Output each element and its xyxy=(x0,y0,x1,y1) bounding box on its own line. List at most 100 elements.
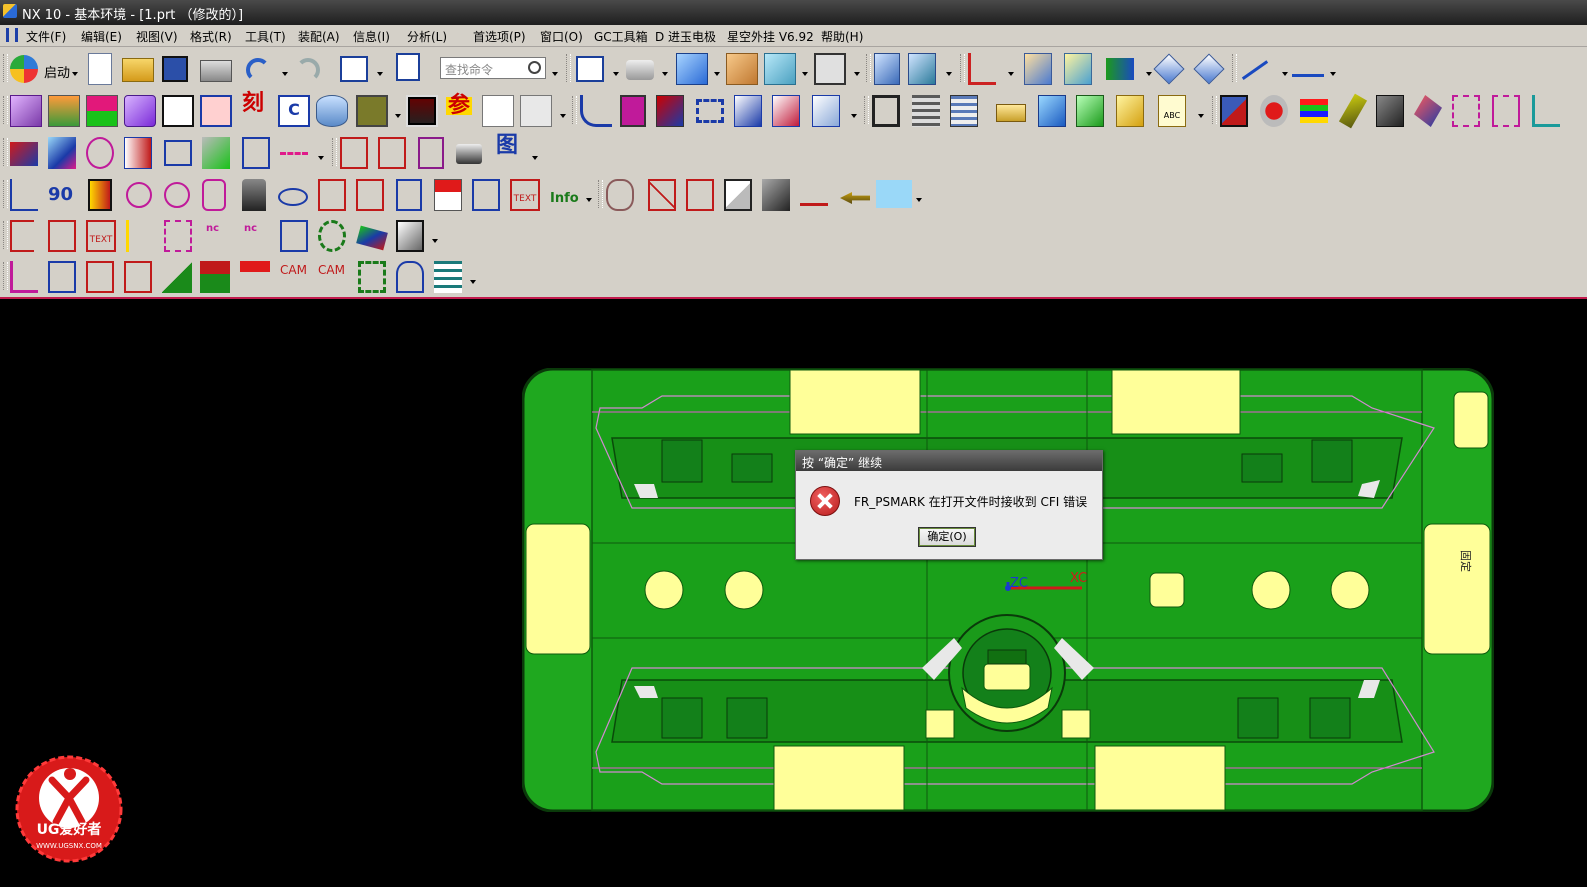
surface-icon[interactable] xyxy=(620,95,646,127)
drill-icon[interactable] xyxy=(124,137,152,169)
measure-icon[interactable] xyxy=(1024,53,1052,85)
toolbar-grip[interactable] xyxy=(864,96,869,124)
cube-wire-icon[interactable] xyxy=(724,179,752,211)
axis-icon[interactable] xyxy=(1532,95,1560,127)
hammer-blue-icon[interactable] xyxy=(1038,95,1066,127)
ok-button[interactable]: 确定(O) xyxy=(918,527,976,547)
rotate-90-icon[interactable]: 90 xyxy=(48,186,73,204)
edit-sketch-icon[interactable] xyxy=(396,179,422,211)
origin-icon[interactable] xyxy=(10,179,38,211)
eye-icon[interactable] xyxy=(278,188,308,206)
menu-view[interactable]: 视图(V) xyxy=(136,28,178,45)
search-dropdown-arrow[interactable] xyxy=(552,72,558,76)
split-body-icon[interactable] xyxy=(734,95,762,127)
csys-icon[interactable] xyxy=(968,53,996,85)
line-dropdown-arrow[interactable] xyxy=(318,156,324,160)
param-text-icon[interactable]: 参 xyxy=(446,95,473,117)
drawing-dropdown-arrow[interactable] xyxy=(532,156,538,160)
fit-all-dropdown-arrow[interactable] xyxy=(613,72,619,76)
dimension-dropdown-arrow[interactable] xyxy=(1282,72,1288,76)
align-icon[interactable] xyxy=(1153,53,1185,85)
view-expand-icon[interactable] xyxy=(418,137,444,169)
menu-preferences[interactable]: 首选项(P) xyxy=(473,28,526,45)
view-add-icon[interactable] xyxy=(378,137,406,169)
menu-format[interactable]: 格式(R) xyxy=(190,28,232,45)
mold-plate-model[interactable]: ZC XC 固定 xyxy=(522,368,1494,812)
undo-icon[interactable] xyxy=(246,58,270,82)
copy-c-icon[interactable]: C xyxy=(278,95,310,127)
cylinder-hole-icon[interactable] xyxy=(202,179,226,211)
extrude-icon[interactable] xyxy=(48,95,80,127)
shaded-view-icon[interactable] xyxy=(676,53,708,85)
toolbar-grip[interactable] xyxy=(866,54,871,82)
boss-icon[interactable] xyxy=(124,95,156,127)
frame-icon[interactable] xyxy=(1492,95,1520,127)
wireframe-sphere-icon[interactable] xyxy=(86,137,114,169)
redo-icon[interactable] xyxy=(296,58,320,82)
command-search-input[interactable]: 查找命令 xyxy=(440,57,546,79)
shell-icon[interactable] xyxy=(606,179,634,211)
ruler-dropdown-arrow[interactable] xyxy=(1330,72,1336,76)
no-select-icon[interactable] xyxy=(648,179,676,211)
undo-dropdown-arrow[interactable] xyxy=(282,72,288,76)
analysis-icon[interactable] xyxy=(1064,53,1092,85)
waveform-icon[interactable] xyxy=(162,95,194,127)
menu-window[interactable]: 窗口(O) xyxy=(540,28,583,45)
pad-icon[interactable] xyxy=(86,95,118,127)
dimension-icon[interactable] xyxy=(1241,60,1273,86)
sheet-icon[interactable] xyxy=(164,140,192,166)
dashed-line-icon[interactable] xyxy=(280,152,308,156)
circle-hole-icon[interactable] xyxy=(164,182,190,208)
section-view-icon[interactable] xyxy=(764,53,796,85)
green-face-icon[interactable] xyxy=(202,137,230,169)
tag-icon[interactable] xyxy=(996,104,1026,122)
printer-icon[interactable] xyxy=(456,144,482,164)
hourglass-icon[interactable] xyxy=(396,261,424,293)
crosshair-icon[interactable] xyxy=(200,95,232,127)
block-icon[interactable] xyxy=(10,95,42,127)
toolbar-grip[interactable] xyxy=(3,262,8,290)
menu-assembly[interactable]: 装配(A) xyxy=(298,28,340,45)
layer-list-icon[interactable] xyxy=(950,95,978,127)
table-icon[interactable] xyxy=(434,261,462,293)
toolbar-grip[interactable] xyxy=(332,138,337,166)
color-swatch-icon[interactable] xyxy=(356,95,388,127)
reposition-icon[interactable] xyxy=(1193,53,1225,85)
new-file-icon[interactable] xyxy=(88,53,112,85)
face-color-icon[interactable] xyxy=(48,137,76,169)
trim-body-icon[interactable] xyxy=(772,95,800,127)
start-dropdown-arrow[interactable] xyxy=(72,72,78,76)
cam-1-icon[interactable]: CAM xyxy=(280,263,307,277)
blank-dropdown-arrow[interactable] xyxy=(560,114,566,118)
triangle-green-icon[interactable] xyxy=(162,261,192,293)
toolbar-grip[interactable] xyxy=(3,96,8,124)
spindle-icon[interactable] xyxy=(240,261,270,293)
arrow-left-icon[interactable] xyxy=(840,192,870,204)
record-icon[interactable] xyxy=(1260,95,1288,127)
info-icon[interactable]: Info xyxy=(550,192,579,206)
pan-dropdown-arrow[interactable] xyxy=(662,72,668,76)
circle-pair-icon[interactable] xyxy=(126,182,152,208)
cam-2-icon[interactable]: CAM xyxy=(318,263,345,277)
mirror-dropdown-arrow[interactable] xyxy=(1146,72,1152,76)
table-dropdown-arrow[interactable] xyxy=(470,280,476,284)
offset-dropdown-arrow[interactable] xyxy=(851,114,857,118)
solid-cube-icon[interactable] xyxy=(1376,95,1404,127)
save-icon[interactable] xyxy=(162,56,188,82)
pencil-icon[interactable] xyxy=(1338,93,1368,129)
curve-icon[interactable] xyxy=(580,95,612,127)
cube-dark-icon[interactable] xyxy=(762,179,790,211)
cube-yellow-icon[interactable] xyxy=(1116,95,1144,127)
toolbar-grip[interactable] xyxy=(3,221,8,249)
arrow-dropdown-arrow[interactable] xyxy=(916,198,922,202)
tool-rack-icon[interactable] xyxy=(318,179,346,211)
brush-icon[interactable] xyxy=(242,179,266,211)
electrode-icon[interactable] xyxy=(1220,95,1248,127)
insert-icon[interactable] xyxy=(434,179,462,211)
layer-icon[interactable] xyxy=(912,95,940,127)
menu-help[interactable]: 帮助(H) xyxy=(821,28,863,45)
frame-box-icon[interactable] xyxy=(48,220,76,252)
toolbar-grip[interactable] xyxy=(3,138,8,166)
menu-analysis[interactable]: 分析(L) xyxy=(407,28,447,45)
search-icon[interactable] xyxy=(528,61,541,74)
